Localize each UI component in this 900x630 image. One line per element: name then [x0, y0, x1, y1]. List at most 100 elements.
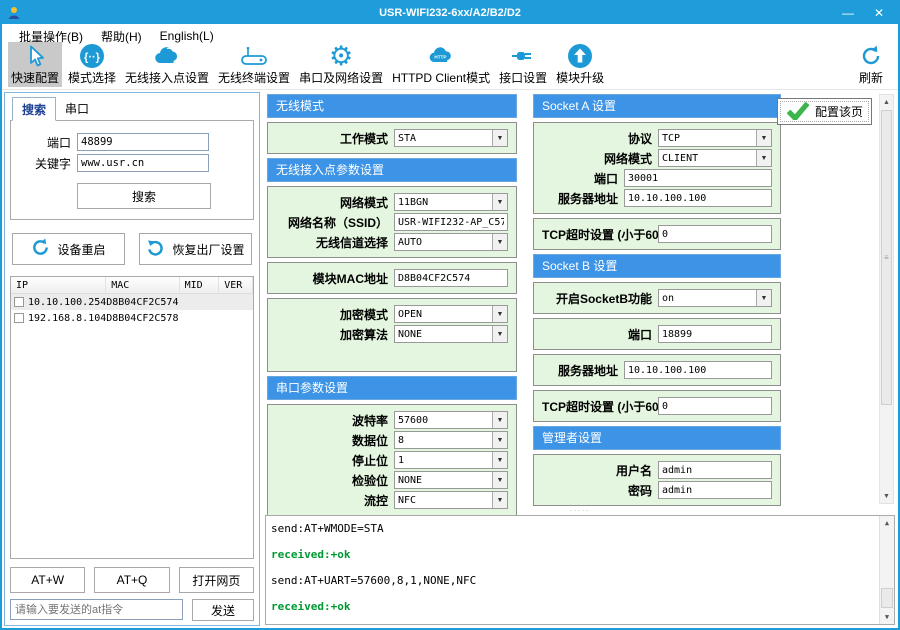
username-input[interactable] — [658, 461, 772, 479]
minimize-button[interactable]: — — [842, 6, 854, 20]
socket-b-enable-value: on — [659, 293, 756, 304]
chevron-down-icon[interactable]: ▼ — [492, 412, 507, 428]
at-w-button[interactable]: AT+W — [10, 567, 85, 593]
chevron-down-icon[interactable]: ▼ — [492, 130, 507, 146]
table-row[interactable]: 192.168.8.104 D8B04CF2C578 — [11, 310, 253, 326]
close-button[interactable]: ✕ — [874, 6, 884, 20]
scroll-down-icon[interactable]: ▼ — [880, 610, 894, 624]
search-button[interactable]: 搜索 — [77, 183, 211, 209]
net-mode-select[interactable]: 11BGN ▼ — [394, 193, 508, 211]
col-mid[interactable]: MID — [180, 277, 220, 293]
log-area[interactable]: send:AT+WMODE=STA received:+ok send:AT+U… — [265, 515, 895, 625]
toolbar-wireless-terminal-settings[interactable]: 无线终端设置 — [215, 42, 293, 87]
table-row[interactable]: 10.10.100.254 D8B04CF2C574 — [11, 294, 253, 310]
plug-icon — [510, 43, 536, 69]
factory-reset-button[interactable]: 恢复出厂设置 — [139, 233, 252, 265]
channel-label: 无线信道选择 — [276, 234, 394, 251]
socket-a-net-mode-select[interactable]: CLIENT ▼ — [658, 149, 772, 167]
chevron-down-icon[interactable]: ▼ — [492, 326, 507, 342]
col-ver[interactable]: VER — [219, 277, 253, 293]
scrollbar-thumb[interactable] — [881, 588, 893, 608]
stop-bits-select[interactable]: 1 ▼ — [394, 451, 508, 469]
toolbar-quick-config[interactable]: 快速配置 — [8, 42, 62, 87]
socket-b-enable-select[interactable]: on ▼ — [658, 289, 772, 307]
data-bits-select[interactable]: 8 ▼ — [394, 431, 508, 449]
toolbar-module-upgrade[interactable]: 模块升级 — [553, 42, 607, 87]
tab-search[interactable]: 搜索 — [12, 97, 56, 121]
mac-input[interactable] — [394, 269, 508, 287]
ssid-input[interactable] — [394, 213, 508, 231]
enc-alg-label: 加密算法 — [276, 326, 394, 343]
chevron-down-icon[interactable]: ▼ — [756, 130, 771, 146]
toolbar-httpd-client-mode[interactable]: HTTP HTTPD Client模式 — [389, 42, 493, 87]
baud-select[interactable]: 57600 ▼ — [394, 411, 508, 429]
parity-select[interactable]: NONE ▼ — [394, 471, 508, 489]
send-button[interactable]: 发送 — [192, 599, 254, 621]
chevron-down-icon[interactable]: ▼ — [492, 432, 507, 448]
chevron-down-icon[interactable]: ▼ — [492, 306, 507, 322]
config-scrollbar[interactable]: ▲ ≡ ▼ — [879, 94, 894, 504]
toolbar-interface-settings[interactable]: 接口设置 — [496, 42, 550, 87]
app-logo-icon — [7, 6, 21, 20]
chevron-down-icon[interactable]: ▼ — [492, 492, 507, 508]
col-ip[interactable]: IP — [11, 277, 106, 293]
toolbar-mode-select[interactable]: {··} 模式选择 — [65, 42, 119, 87]
port-input[interactable] — [77, 133, 209, 151]
chevron-down-icon[interactable]: ▼ — [492, 472, 507, 488]
toolbar-serial-network-settings[interactable]: ⚙ 串口及网络设置 — [296, 42, 386, 87]
protocol-select[interactable]: TCP ▼ — [658, 129, 772, 147]
device-restart-button[interactable]: 设备重启 — [12, 233, 125, 265]
net-mode-label: 网络模式 — [276, 194, 394, 211]
row-checkbox[interactable] — [14, 297, 24, 307]
keyword-label: 关键字 — [17, 155, 71, 172]
left-tabs: 搜索 串口 — [12, 97, 254, 121]
chevron-down-icon[interactable]: ▼ — [756, 150, 771, 166]
scroll-down-icon[interactable]: ▼ — [880, 489, 893, 503]
col-mac[interactable]: MAC — [106, 277, 179, 293]
socket-a-server-input[interactable] — [624, 189, 772, 207]
toolbar-refresh[interactable]: 刷新 — [856, 42, 886, 87]
socket-a-port-label: 端口 — [542, 170, 624, 187]
chevron-down-icon[interactable]: ▼ — [492, 194, 507, 210]
socket-b-server-input[interactable] — [624, 361, 772, 379]
socket-b-port-box: 端口 — [533, 318, 781, 350]
scroll-up-icon[interactable]: ▲ — [880, 516, 894, 530]
toolbar-wireless-ap-settings[interactable]: 无线接入点设置 — [122, 42, 212, 87]
wireless-ap-cloud-icon — [153, 43, 181, 69]
chevron-down-icon[interactable]: ▼ — [756, 290, 771, 306]
factory-reset-label: 恢复出厂设置 — [172, 241, 244, 258]
socket-a-net-mode-label: 网络模式 — [542, 150, 658, 167]
apply-page-label: 配置该页 — [815, 103, 863, 120]
scrollbar-thumb[interactable]: ≡ — [881, 110, 892, 405]
keyword-input[interactable] — [77, 154, 209, 172]
log-scrollbar[interactable]: ▲ ▼ — [879, 516, 894, 624]
row-checkbox[interactable] — [14, 313, 24, 323]
socket-b-port-input[interactable] — [658, 325, 772, 343]
channel-select[interactable]: AUTO ▼ — [394, 233, 508, 251]
password-input[interactable] — [658, 481, 772, 499]
toolbar-refresh-label: 刷新 — [859, 69, 883, 86]
socket-a-net-mode-value: CLIENT — [659, 153, 756, 164]
socket-b-timeout-input[interactable] — [658, 397, 772, 415]
section-socket-b: Socket B 设置 — [533, 254, 781, 278]
chevron-down-icon[interactable]: ▼ — [492, 234, 507, 250]
http-cloud-icon: HTTP — [427, 43, 455, 69]
restart-refresh-icon — [31, 238, 50, 260]
at-command-input[interactable] — [10, 599, 183, 620]
chevron-down-icon[interactable]: ▼ — [492, 452, 507, 468]
open-webpage-button[interactable]: 打开网页 — [179, 567, 254, 593]
config-column-2: Socket A 设置 协议 TCP ▼ 网络模式 CLI — [533, 94, 781, 506]
enc-mode-select[interactable]: OPEN ▼ — [394, 305, 508, 323]
enc-alg-select[interactable]: NONE ▼ — [394, 325, 508, 343]
scroll-up-icon[interactable]: ▲ — [880, 95, 893, 109]
work-mode-select[interactable]: STA ▼ — [394, 129, 508, 147]
log-line: received:+ok — [271, 548, 874, 561]
socket-a-port-input[interactable] — [624, 169, 772, 187]
tab-serial[interactable]: 串口 — [56, 97, 98, 121]
flow-select[interactable]: NFC ▼ — [394, 491, 508, 509]
apply-page-button[interactable]: 配置该页 — [777, 98, 872, 125]
at-q-button[interactable]: AT+Q — [94, 567, 169, 593]
enc-mode-value: OPEN — [395, 309, 492, 320]
socket-a-timeout-input[interactable] — [658, 225, 772, 243]
router-icon — [239, 43, 269, 69]
